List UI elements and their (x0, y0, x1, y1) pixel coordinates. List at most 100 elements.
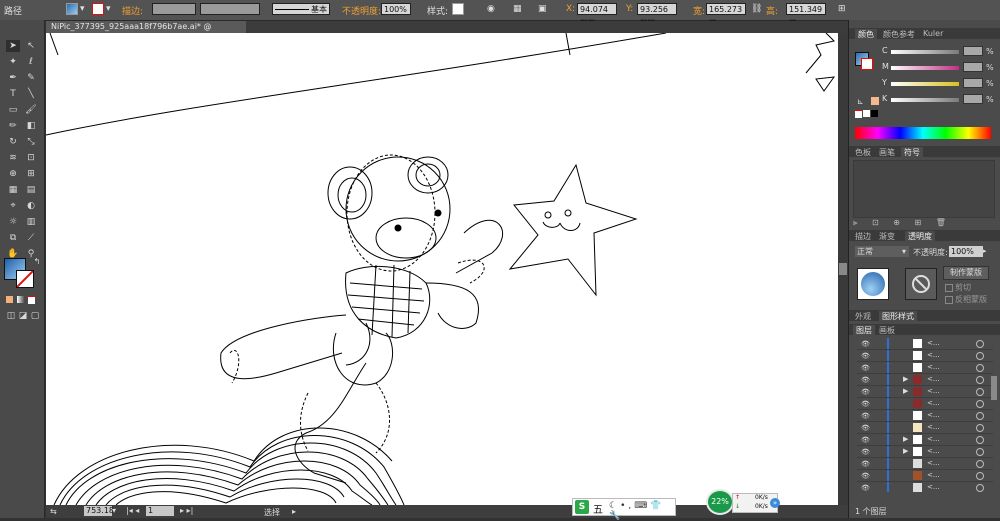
out-of-gamut-icon[interactable]: ⊾ (857, 97, 864, 106)
scroll-thumb[interactable] (839, 263, 847, 275)
target-icon[interactable] (976, 424, 984, 432)
channel-c-slider[interactable] (891, 50, 959, 54)
eye-icon[interactable]: 👁 (861, 484, 870, 492)
lasso-tool-icon[interactable]: ℓ (24, 56, 38, 68)
brush-definition-select[interactable]: 基本 (272, 3, 330, 15)
panel-stroke-swatch[interactable] (861, 58, 873, 70)
align-icon[interactable]: ▦ (513, 4, 522, 14)
color-spectrum[interactable] (855, 127, 991, 139)
eyedropper-tool-icon[interactable]: ⌖ (6, 200, 20, 212)
variable-width-profile-select[interactable] (200, 3, 260, 15)
artboard-number-input[interactable]: 1 (146, 506, 174, 516)
target-icon[interactable] (976, 412, 984, 420)
tab-gradient[interactable]: 渐变 (879, 231, 895, 242)
eye-icon[interactable]: 👁 (861, 400, 870, 408)
pencil-tool-icon[interactable]: ✏ (6, 120, 20, 132)
layer-row[interactable]: 👁 ▶ <... (857, 386, 993, 398)
target-icon[interactable] (976, 472, 984, 480)
layer-row[interactable]: 👁 <... (857, 470, 993, 482)
eye-icon[interactable]: 👁 (861, 424, 870, 432)
mask-thumbnail[interactable] (905, 268, 937, 300)
next-page-icon[interactable]: ▸ ▸| (180, 506, 193, 515)
clip-checkbox[interactable] (945, 284, 953, 292)
layers-list[interactable]: 👁 <... 👁 <... 👁 <... 👁 ▶ <... 👁 ▶ <... 👁 <... 👁 <… (853, 338, 993, 492)
layer-row[interactable]: 👁 <... (857, 482, 993, 492)
layer-name[interactable]: <... (927, 459, 940, 467)
artboard-canvas[interactable] (46, 33, 838, 505)
direct-selection-tool-icon[interactable]: ↖ (24, 40, 38, 52)
layer-row[interactable]: 👁 ▶ <... (857, 374, 993, 386)
gradient-tool-icon[interactable]: ▤ (24, 184, 38, 196)
channel-m-input[interactable] (963, 62, 983, 72)
paintbrush-tool-icon[interactable]: 🖌 (24, 104, 38, 116)
expand-triangle-icon[interactable]: ▶ (903, 447, 908, 455)
document-tab[interactable]: NiPic_377395_925aaa18f796b7ae.ai* @ 753.… (46, 21, 246, 43)
graphic-style-swatch[interactable] (452, 3, 464, 15)
channel-y-input[interactable] (963, 78, 983, 88)
tab-color-guide[interactable]: 颜色参考 (883, 29, 915, 40)
target-icon[interactable] (976, 436, 984, 444)
invert-mask-checkbox[interactable] (945, 296, 953, 304)
mesh-tool-icon[interactable]: ▦ (6, 184, 20, 196)
eye-icon[interactable]: 👁 (861, 472, 870, 480)
black-swatch[interactable] (871, 110, 878, 117)
channel-y-slider[interactable] (891, 82, 959, 86)
expand-triangle-icon[interactable]: ▶ (903, 435, 908, 443)
eye-icon[interactable]: 👁 (861, 340, 870, 348)
recolor-icon[interactable]: ◉ (487, 4, 495, 14)
status-menu-icon[interactable]: ▸ (292, 507, 296, 516)
stroke-weight-input[interactable] (152, 3, 196, 15)
layer-row[interactable]: 👁 <... (857, 398, 993, 410)
white-swatch[interactable] (863, 110, 870, 117)
layer-row[interactable]: 👁 <... (857, 422, 993, 434)
transparency-opacity-input[interactable]: 100% (949, 246, 983, 257)
eye-icon[interactable]: 👁 (861, 436, 870, 444)
layer-name[interactable]: <... (927, 423, 940, 431)
tab-graphic-styles[interactable]: 图形样式 (879, 311, 917, 322)
eye-icon[interactable]: 👁 (861, 388, 870, 396)
layer-row[interactable]: 👁 ▶ <... (857, 446, 993, 458)
eye-icon[interactable]: 👁 (861, 364, 870, 372)
tab-kuler[interactable]: Kuler (923, 29, 943, 38)
last-color-swatch[interactable] (871, 97, 879, 105)
gradient-mode-icon[interactable] (17, 296, 24, 303)
artboard-tool-icon[interactable]: ⧉ (6, 232, 20, 244)
layer-name[interactable]: <... (927, 411, 940, 419)
tab-artboards[interactable]: 画板 (879, 325, 895, 336)
width-input[interactable]: 165.273 m (706, 3, 746, 26)
opacity-input[interactable]: 100% (381, 3, 411, 15)
layer-name[interactable]: <... (927, 483, 940, 491)
x-input[interactable]: 94.074 mm (577, 3, 617, 26)
usage-circle[interactable]: 22% (706, 489, 734, 515)
tab-transparency[interactable]: 透明度 (905, 231, 935, 242)
target-icon[interactable] (976, 352, 984, 360)
eye-icon[interactable]: 👁 (861, 376, 870, 384)
expand-triangle-icon[interactable]: ▶ (903, 387, 908, 395)
shape-builder-tool-icon[interactable]: ⊕ (6, 168, 20, 180)
layer-name[interactable]: <... (927, 435, 940, 443)
fill-color-swatch[interactable] (66, 3, 78, 15)
eraser-tool-icon[interactable]: ◧ (24, 120, 38, 132)
channel-m-slider[interactable] (891, 66, 959, 70)
selection-tool-icon[interactable]: ➤ (6, 40, 20, 52)
perspective-grid-tool-icon[interactable]: ⊞ (24, 168, 38, 180)
ime-tool-icons[interactable]: ☾•,⌨👕🔧 (609, 501, 675, 521)
pen-tool-icon[interactable]: ✒ (6, 72, 20, 84)
tab-appearance[interactable]: 外观 (855, 311, 871, 322)
layer-name[interactable]: <... (927, 363, 940, 371)
eye-icon[interactable]: 👁 (861, 412, 870, 420)
layer-row[interactable]: 👁 <... (857, 458, 993, 470)
eye-icon[interactable]: 👁 (861, 352, 870, 360)
tab-brushes[interactable]: 画笔 (879, 147, 895, 158)
warp-tool-icon[interactable]: ≋ (6, 152, 20, 164)
layer-name[interactable]: <... (927, 339, 940, 347)
tab-symbols[interactable]: 符号 (901, 147, 923, 158)
ime-mode[interactable]: 五 (593, 501, 603, 516)
layer-name[interactable]: <... (927, 351, 940, 359)
network-speed-widget[interactable]: 22% ↑ 0K/s ↓ 0K/s » (706, 489, 782, 515)
chevron-down-icon[interactable]: ▾ (112, 506, 116, 515)
stroke-color-swatch[interactable] (92, 3, 104, 15)
layers-scroll-thumb[interactable] (991, 376, 997, 400)
target-icon[interactable] (976, 364, 984, 372)
target-icon[interactable] (976, 376, 984, 384)
